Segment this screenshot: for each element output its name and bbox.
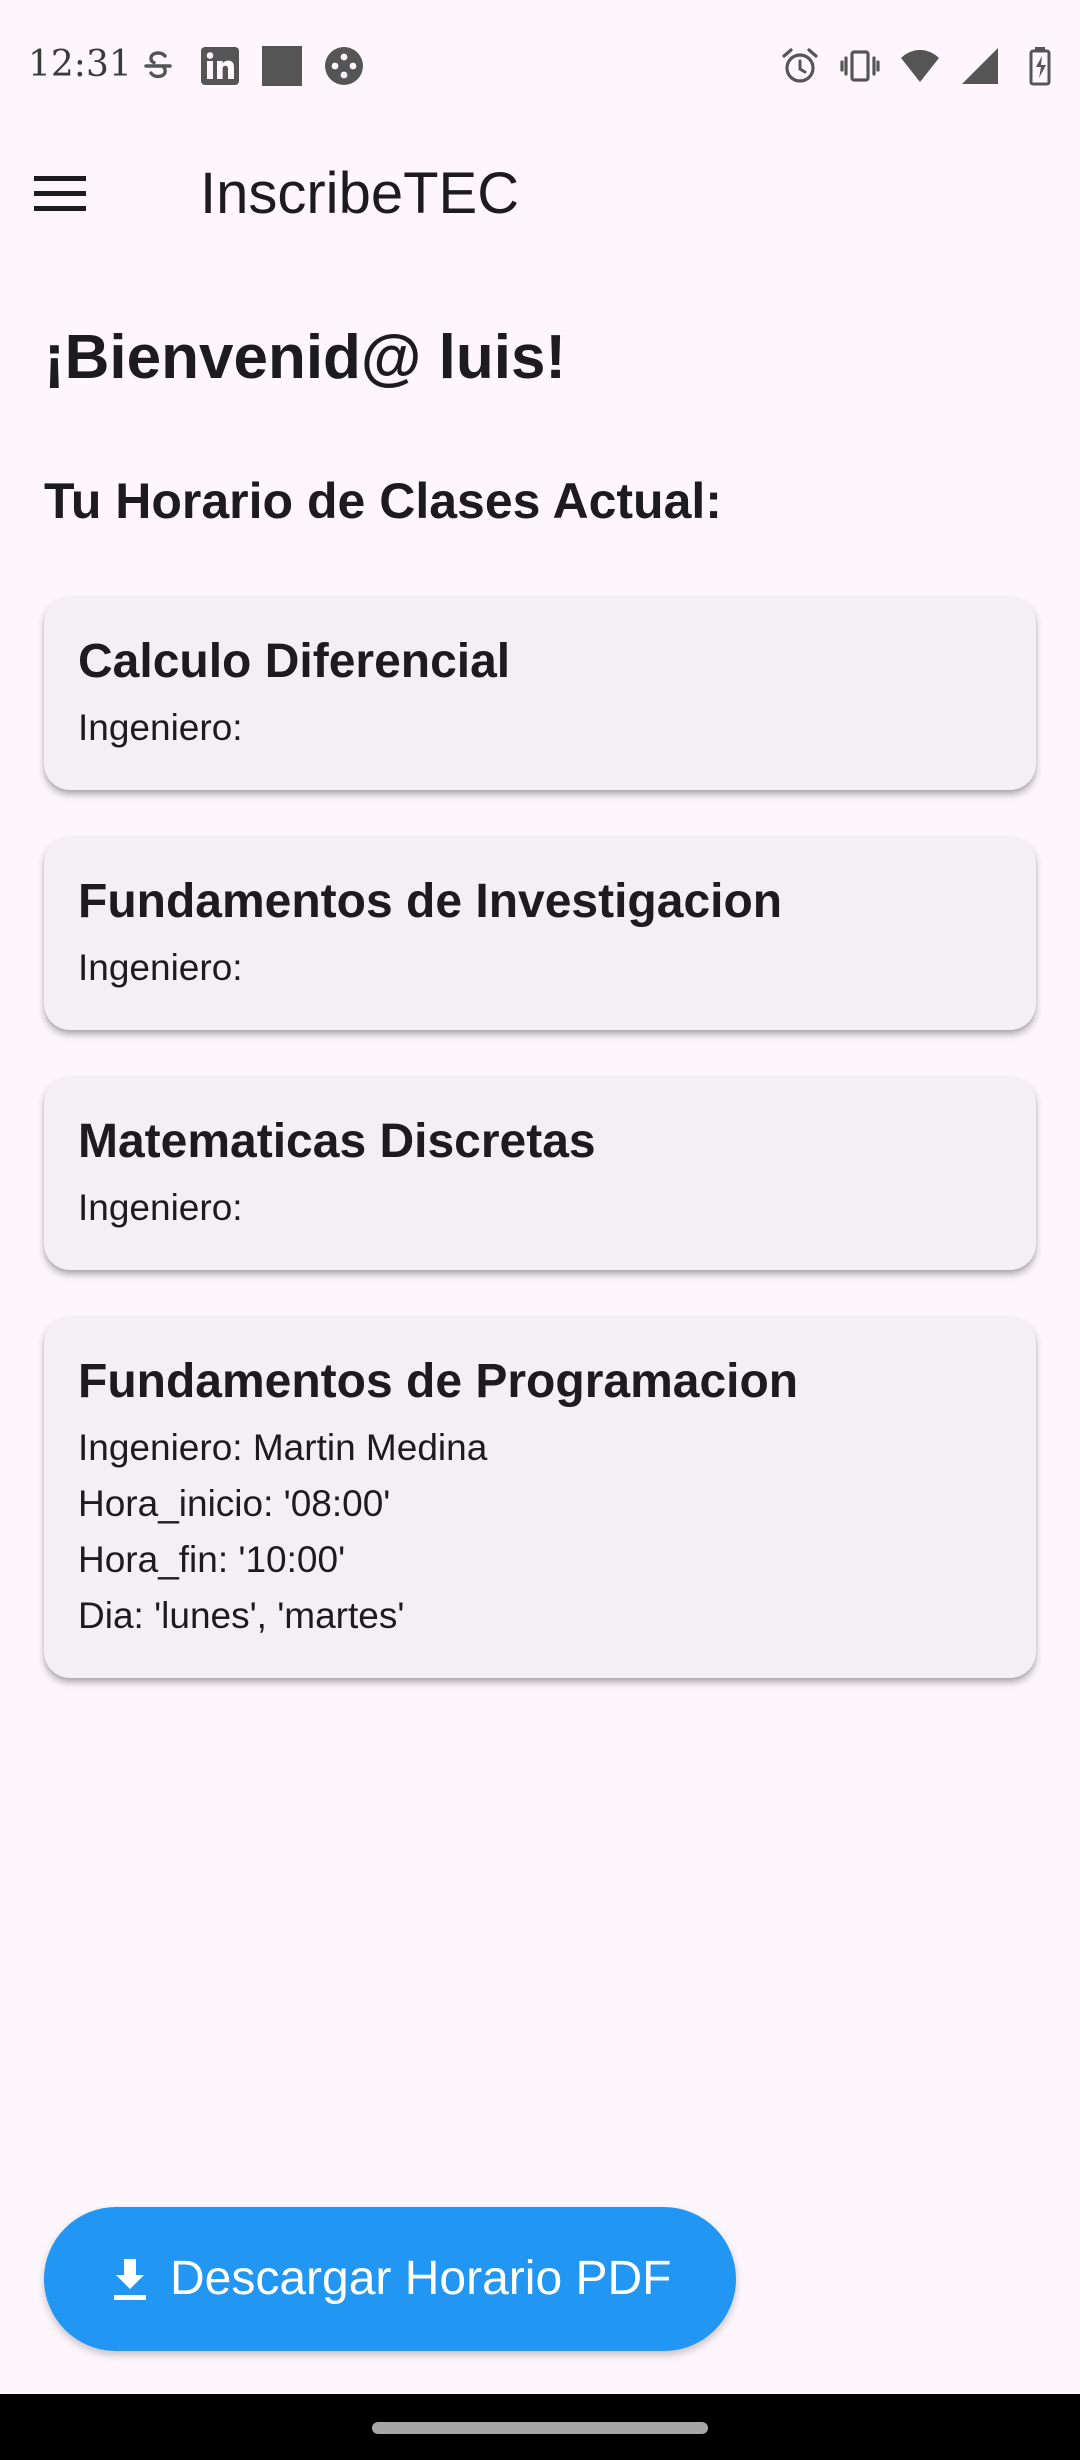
strikethrough-s-icon bbox=[144, 51, 172, 79]
course-title: Fundamentos de Investigacion bbox=[78, 875, 783, 928]
course-card[interactable]: Fundamentos de Programacion Ingeniero: M… bbox=[44, 1316, 1036, 1678]
course-card[interactable]: Fundamentos de Investigacion Ingeniero: bbox=[44, 836, 1036, 1030]
home-gesture-handle[interactable] bbox=[372, 2422, 708, 2434]
course-detail: Hora_fin: '10:00' bbox=[78, 1539, 346, 1580]
square-icon bbox=[262, 46, 302, 86]
alarm-icon bbox=[782, 48, 818, 83]
schedule-heading: Tu Horario de Clases Actual: bbox=[44, 473, 722, 529]
app-title: InscribeTEC bbox=[200, 161, 520, 226]
app-bar: InscribeTEC bbox=[0, 130, 1080, 260]
course-detail: Ingeniero: bbox=[78, 707, 243, 748]
download-pdf-label: Descargar Horario PDF bbox=[170, 2252, 672, 2305]
course-detail: Dia: 'lunes', 'martes' bbox=[78, 1595, 405, 1636]
course-card[interactable]: Matematicas Discretas Ingeniero: bbox=[44, 1076, 1036, 1270]
course-detail: Ingeniero: bbox=[78, 947, 243, 988]
menu-icon bbox=[34, 176, 86, 211]
navigation-bar bbox=[0, 2394, 1080, 2460]
battery-charging-icon bbox=[1029, 47, 1051, 86]
course-detail: Ingeniero: bbox=[78, 1187, 243, 1228]
course-card[interactable]: Calculo Diferencial Ingeniero: bbox=[44, 596, 1036, 790]
gamepad-icon bbox=[325, 47, 363, 85]
vibrate-icon bbox=[840, 50, 880, 82]
linkedin-icon bbox=[201, 47, 239, 85]
course-detail: Hora_inicio: '08:00' bbox=[78, 1483, 391, 1524]
status-bar: 12:31 bbox=[0, 0, 1080, 130]
welcome-heading: ¡Bienvenid@ luis! bbox=[44, 323, 567, 392]
course-title: Calculo Diferencial bbox=[78, 635, 511, 688]
status-right-icons bbox=[780, 46, 1060, 86]
status-left-icons bbox=[138, 46, 364, 86]
status-time: 12:31 bbox=[28, 44, 132, 85]
course-list: Calculo Diferencial Ingeniero: Fundament… bbox=[44, 596, 1036, 1724]
menu-button[interactable] bbox=[34, 158, 122, 230]
screen: 12:31 InscribeTEC ¡Bienvenid@ luis! Tu H… bbox=[0, 0, 1080, 2460]
signal-icon bbox=[962, 48, 998, 84]
course-title: Matematicas Discretas bbox=[78, 1115, 596, 1168]
download-icon bbox=[114, 2259, 146, 2300]
course-detail: Ingeniero: Martin Medina bbox=[78, 1427, 488, 1468]
download-pdf-button[interactable]: Descargar Horario PDF bbox=[44, 2207, 736, 2351]
wifi-icon bbox=[901, 50, 939, 82]
course-title: Fundamentos de Programacion bbox=[78, 1355, 799, 1408]
